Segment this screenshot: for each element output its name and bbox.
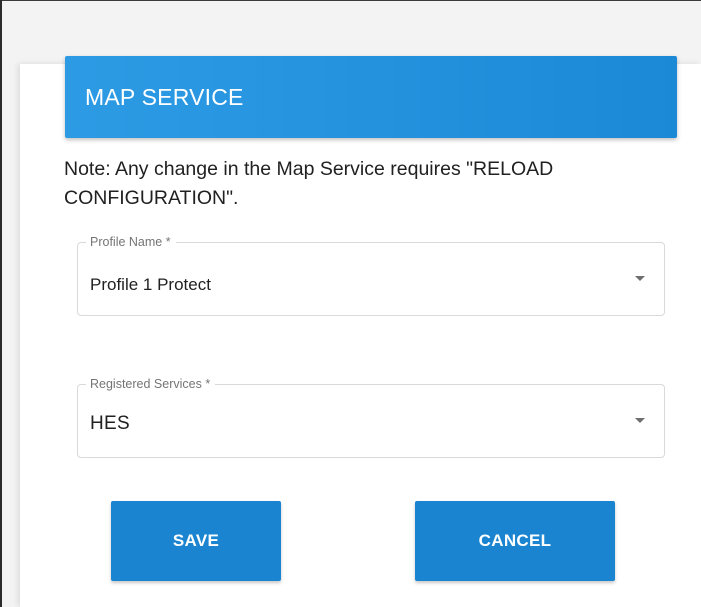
save-button[interactable]: SAVE [111,501,281,581]
registered-services-label: Registered Services * [86,377,216,391]
screen: MAP SERVICE Note: Any change in the Map … [0,0,701,607]
registered-services-value: HES [90,413,130,434]
registered-services-select[interactable]: Registered Services * HES [77,377,665,458]
chevron-down-icon[interactable] [635,418,645,423]
profile-name-label: Profile Name * [86,235,176,249]
cancel-button[interactable]: CANCEL [415,501,615,581]
profile-name-select[interactable]: Profile Name * Profile 1 Protect [77,235,665,316]
dialog-title: MAP SERVICE [85,84,244,110]
chevron-down-icon[interactable] [635,276,645,281]
reload-configuration-note: Note: Any change in the Map Service requ… [64,158,554,209]
window-top-border [0,0,701,1]
profile-name-value: Profile 1 Protect [90,275,211,294]
dialog-header: MAP SERVICE [65,56,677,138]
window-left-border [0,0,2,607]
